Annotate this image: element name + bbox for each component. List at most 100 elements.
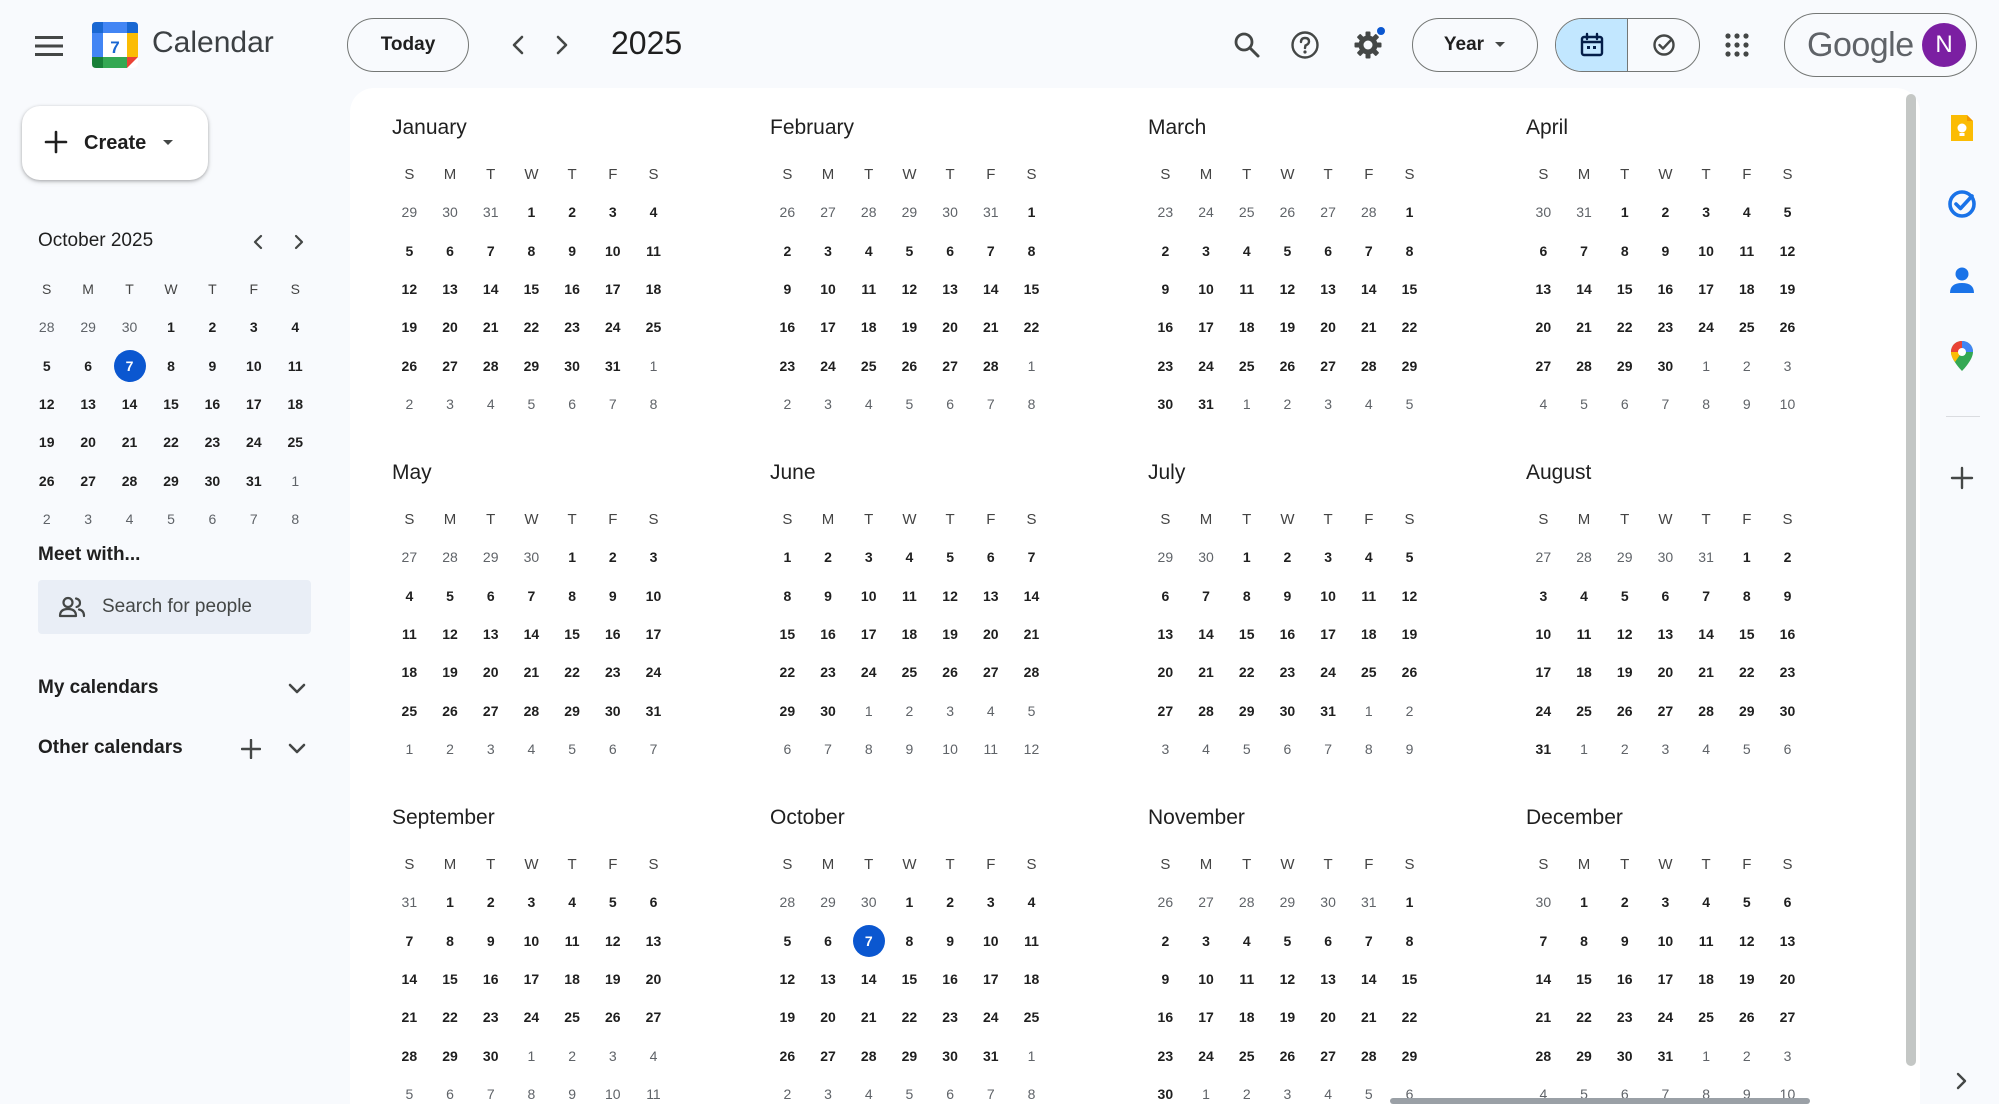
day-cell[interactable]: 28 [470, 358, 511, 374]
day-cell[interactable]: 14 [1686, 626, 1727, 642]
day-cell[interactable]: 25 [889, 664, 930, 680]
mini-calendar-day[interactable]: 19 [26, 434, 67, 450]
day-cell[interactable]: 9 [1726, 396, 1767, 412]
month-title[interactable]: August [1523, 461, 1823, 487]
day-cell[interactable]: 4 [552, 894, 593, 910]
day-cell[interactable]: 6 [1308, 243, 1349, 259]
day-cell[interactable]: 3 [1308, 396, 1349, 412]
mini-calendar-day[interactable]: 16 [192, 396, 233, 412]
day-cell[interactable]: 2 [470, 894, 511, 910]
day-cell[interactable]: 4 [389, 588, 430, 604]
day-cell[interactable]: 1 [848, 703, 889, 719]
mini-calendar-day[interactable]: 11 [275, 358, 316, 374]
day-cell[interactable]: 10 [1645, 933, 1686, 949]
day-cell[interactable]: 29 [511, 358, 552, 374]
day-cell[interactable]: 30 [470, 1048, 511, 1064]
day-cell[interactable]: 2 [767, 1086, 808, 1102]
day-cell[interactable]: 30 [430, 204, 471, 220]
day-cell[interactable]: 31 [970, 204, 1011, 220]
day-cell[interactable]: 29 [1604, 358, 1645, 374]
day-cell[interactable]: 17 [633, 626, 674, 642]
mini-calendar-day[interactable]: 23 [192, 434, 233, 450]
day-cell[interactable]: 7 [592, 396, 633, 412]
day-cell[interactable]: 11 [848, 281, 889, 297]
day-cell[interactable]: 3 [1186, 933, 1227, 949]
day-cell[interactable]: 15 [1726, 626, 1767, 642]
day-cell[interactable]: 3 [1767, 1048, 1808, 1064]
mini-calendar-day[interactable]: 30 [192, 473, 233, 489]
mini-calendar-day[interactable]: 17 [233, 396, 274, 412]
day-cell[interactable]: 1 [1011, 358, 1052, 374]
day-cell[interactable]: 3 [1308, 549, 1349, 565]
day-cell[interactable]: 31 [633, 703, 674, 719]
day-cell[interactable]: 27 [430, 358, 471, 374]
day-cell[interactable]: 2 [552, 1048, 593, 1064]
month-title[interactable]: April [1523, 116, 1823, 142]
day-cell[interactable]: 21 [1348, 319, 1389, 335]
search-button[interactable] [1226, 24, 1268, 66]
day-cell[interactable]: 19 [889, 319, 930, 335]
day-cell[interactable]: 27 [1308, 204, 1349, 220]
day-cell[interactable]: 5 [1726, 741, 1767, 757]
day-cell[interactable]: 5 [1011, 703, 1052, 719]
day-cell[interactable]: 6 [633, 894, 674, 910]
day-cell[interactable]: 27 [1308, 358, 1349, 374]
day-cell[interactable]: 28 [430, 549, 471, 565]
day-cell[interactable]: 19 [592, 971, 633, 987]
day-cell[interactable]: 9 [1767, 588, 1808, 604]
day-cell[interactable]: 12 [1767, 243, 1808, 259]
day-cell[interactable]: 21 [1348, 1009, 1389, 1025]
day-cell[interactable]: 19 [1389, 626, 1430, 642]
day-cell[interactable]: 10 [633, 588, 674, 604]
day-cell[interactable]: 21 [1686, 664, 1727, 680]
day-cell[interactable]: 13 [1308, 971, 1349, 987]
my-calendars-toggle[interactable]: My calendars [38, 677, 158, 699]
day-cell[interactable]: 24 [1645, 1009, 1686, 1025]
day-cell[interactable]: 6 [1145, 588, 1186, 604]
day-cell[interactable]: 13 [1308, 281, 1349, 297]
day-cell[interactable]: 7 [1348, 933, 1389, 949]
day-cell[interactable]: 4 [1726, 204, 1767, 220]
day-cell[interactable]: 9 [1645, 243, 1686, 259]
day-cell[interactable]: 8 [767, 588, 808, 604]
day-cell[interactable]: 24 [1186, 204, 1227, 220]
day-cell[interactable]: 1 [1389, 204, 1430, 220]
month-title[interactable]: November [1145, 806, 1445, 832]
day-cell[interactable]: 3 [848, 549, 889, 565]
day-cell[interactable]: 25 [1348, 664, 1389, 680]
day-cell[interactable]: 4 [633, 204, 674, 220]
day-cell[interactable]: 19 [1604, 664, 1645, 680]
day-cell[interactable]: 30 [592, 703, 633, 719]
day-cell[interactable]: 22 [430, 1009, 471, 1025]
day-cell[interactable]: 13 [1645, 626, 1686, 642]
day-cell[interactable]: 10 [1186, 971, 1227, 987]
day-cell[interactable]: 2 [889, 703, 930, 719]
day-cell[interactable]: 13 [1767, 933, 1808, 949]
day-cell[interactable]: 20 [1308, 1009, 1349, 1025]
day-cell[interactable]: 7 [1564, 243, 1605, 259]
mini-calendar-day[interactable]: 8 [150, 358, 191, 374]
day-cell[interactable]: 15 [1226, 626, 1267, 642]
mini-calendar-day[interactable]: 1 [275, 473, 316, 489]
mini-calendar-day[interactable]: 18 [275, 396, 316, 412]
day-cell[interactable]: 18 [1011, 971, 1052, 987]
day-cell[interactable]: 3 [470, 741, 511, 757]
day-cell[interactable]: 12 [430, 626, 471, 642]
day-cell[interactable]: 7 [1308, 741, 1349, 757]
day-cell[interactable]: 14 [1348, 281, 1389, 297]
day-cell[interactable]: 14 [1523, 971, 1564, 987]
day-cell[interactable]: 2 [552, 204, 593, 220]
day-cell[interactable]: 1 [1186, 1086, 1227, 1102]
mini-calendar-day[interactable]: 22 [150, 434, 191, 450]
mini-calendar-day[interactable]: 4 [275, 319, 316, 335]
day-cell[interactable]: 7 [970, 243, 1011, 259]
day-cell[interactable]: 7 [470, 1086, 511, 1102]
day-cell[interactable]: 24 [1186, 1048, 1227, 1064]
day-cell[interactable]: 14 [1348, 971, 1389, 987]
day-cell[interactable]: 22 [1604, 319, 1645, 335]
day-cell[interactable]: 9 [930, 933, 971, 949]
day-cell[interactable]: 20 [1645, 664, 1686, 680]
month-title[interactable]: June [767, 461, 1067, 487]
mini-calendar-day[interactable]: 5 [150, 511, 191, 527]
day-cell[interactable]: 3 [1645, 894, 1686, 910]
